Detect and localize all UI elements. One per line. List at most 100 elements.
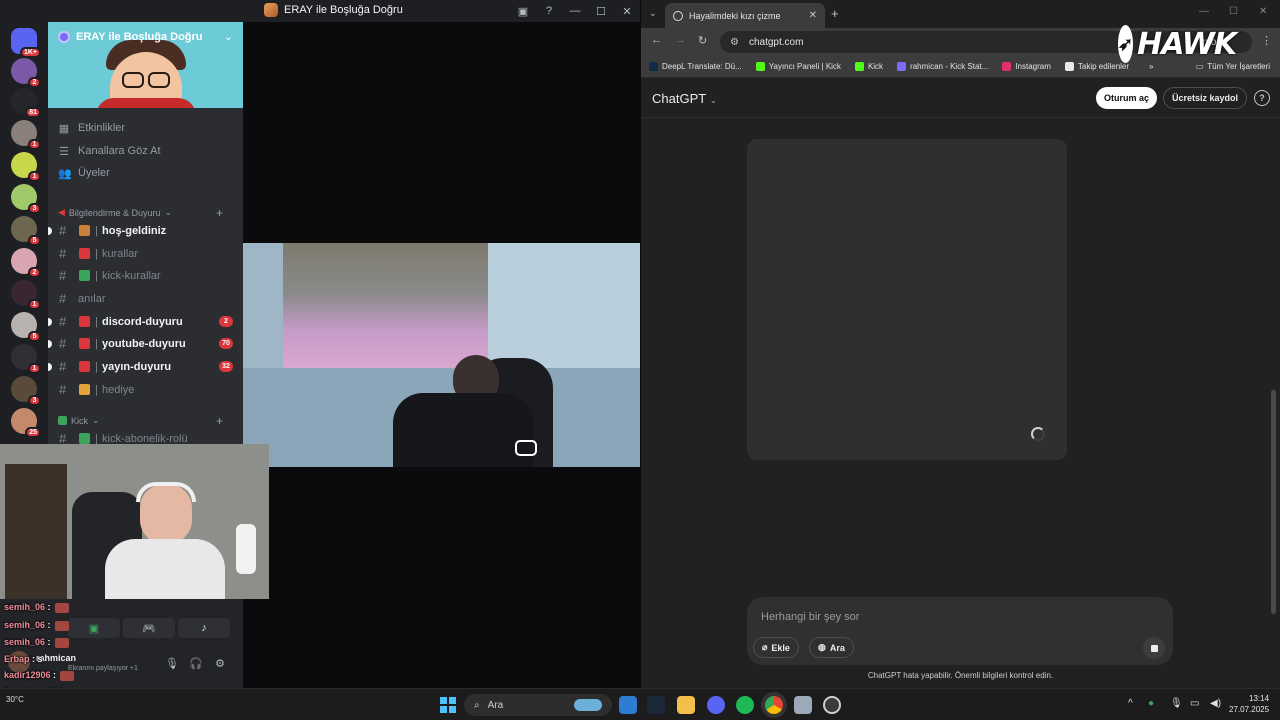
paperclip-icon: ⌀ (762, 642, 768, 652)
add-channel-icon[interactable]: + (216, 206, 223, 220)
hash-icon: # (59, 431, 67, 444)
mention-badge: 32 (219, 361, 233, 372)
add-channel-icon[interactable]: + (216, 414, 223, 428)
server-icon[interactable]: 3 (11, 376, 41, 406)
stop-button[interactable] (1143, 637, 1165, 659)
server-icon[interactable]: 2 (11, 248, 41, 278)
bookmark-item[interactable]: Yayıncı Paneli | Kick (755, 62, 841, 71)
bookmark-item[interactable]: DeepL Translate: Dü... (649, 62, 742, 71)
channel-emoji-icon (79, 361, 90, 372)
volume-icon[interactable]: ◀) (1210, 698, 1221, 709)
screen-share-stream[interactable] (243, 243, 640, 467)
search-icon: ⌕ (474, 699, 480, 711)
photos-app-icon[interactable] (619, 696, 637, 714)
obs-icon[interactable] (823, 696, 841, 714)
chat-emote-icon (54, 637, 69, 648)
login-button[interactable]: Oturum aç (1096, 87, 1157, 109)
discord-taskbar-icon[interactable] (707, 696, 725, 714)
tray-app-icon[interactable]: ● (1148, 698, 1154, 709)
back-icon[interactable]: ← (651, 34, 662, 46)
clock[interactable]: 13:14 27.07.2025 (1229, 693, 1269, 715)
close-tab-icon[interactable]: ✕ (809, 10, 817, 21)
server-icon[interactable]: 1 (11, 344, 41, 374)
server-banner[interactable]: ERAY ile Boşluğa Doğru ⌄ (48, 22, 243, 108)
channel-item[interactable]: # | hoş-geldiniz (48, 220, 243, 241)
close-button[interactable]: ✕ (1259, 6, 1267, 17)
microphone-icon[interactable]: 🎙 (1170, 698, 1183, 709)
server-name: ERAY ile Boşluğa Doğru (58, 31, 203, 43)
new-tab-button[interactable]: + (831, 6, 839, 21)
menu-icon[interactable]: ⋮ (1261, 34, 1272, 47)
hawk-logo-icon: ➶ (1118, 25, 1134, 63)
taskbar-search[interactable]: ⌕ Ara (464, 694, 612, 716)
channel-item[interactable]: # | yayın-duyuru 32 (48, 356, 243, 377)
server-icon[interactable]: 5 (11, 312, 41, 342)
maximize-button[interactable]: ☐ (588, 0, 614, 22)
channel-emoji-icon (79, 248, 90, 259)
channel-item[interactable]: # | discord-duyuru 2 (48, 311, 243, 332)
calendar-icon: ▦ (58, 122, 70, 135)
channel-name: hediye (102, 383, 135, 396)
server-icon[interactable]: 1 (11, 280, 41, 310)
server-icon[interactable]: 5 (11, 216, 41, 246)
windows-taskbar: 30°C ⌕ Ara ^ ● 🎙 ▭ ◀) 13:14 27.07.2025 (0, 688, 1280, 720)
tab-chatgpt[interactable]: Hayalimdeki kızı çizme ✕ (665, 3, 825, 28)
prompt-input[interactable] (761, 609, 1141, 625)
server-icon[interactable]: 2 (11, 58, 41, 88)
help-icon[interactable]: ? (536, 0, 562, 22)
search-highlight-icon (574, 699, 602, 711)
chevron-down-icon[interactable]: ⌄ (224, 30, 233, 43)
app-taskbar-icon[interactable] (794, 696, 812, 714)
server-icon[interactable]: 25 (11, 408, 41, 438)
scrollbar[interactable] (1271, 390, 1276, 614)
close-button[interactable]: ✕ (614, 0, 640, 22)
bookmark-item[interactable]: Instagram (1002, 62, 1051, 71)
hash-icon: # (59, 223, 67, 238)
channel-item[interactable]: # | hediye (48, 379, 243, 400)
help-button[interactable]: ? (1254, 90, 1270, 106)
spotify-icon[interactable] (736, 696, 754, 714)
channel-item[interactable]: # | kick-kurallar (48, 265, 243, 286)
server-icon[interactable]: 1 (11, 152, 41, 182)
channel-emoji-icon (79, 433, 90, 444)
minimize-button[interactable]: — (562, 0, 588, 22)
bookmark-favicon-icon (897, 62, 907, 71)
attach-button[interactable]: ⌀ Ekle (753, 637, 799, 658)
bookmark-favicon-icon (755, 62, 765, 71)
steam-icon[interactable] (647, 696, 665, 714)
nav-members[interactable]: 👥 Üyeler (58, 163, 110, 183)
shirt (105, 539, 225, 599)
category-kick[interactable]: Kick ⌄ + (58, 414, 233, 428)
tab-search-icon[interactable]: ⌄ (649, 8, 657, 19)
minimize-button[interactable]: — (1199, 6, 1209, 17)
maximize-button[interactable]: ☐ (1229, 6, 1238, 17)
category-announcements[interactable]: ◀ Bilgilendirme & Duyuru ⌄ + (58, 206, 233, 220)
model-selector[interactable]: ChatGPT ⌄ (652, 91, 717, 106)
reload-icon[interactable]: ↻ (698, 34, 707, 47)
channel-item[interactable]: # | youtube-duyuru 70 (48, 333, 243, 354)
server-icon[interactable]: 3 (11, 184, 41, 214)
direct-messages-button[interactable]: 1K+ (11, 28, 41, 58)
nav-browse-channels[interactable]: ☰ Kanallara Göz At (58, 141, 161, 161)
start-button[interactable] (440, 697, 456, 713)
search-button[interactable]: ◍ Ara (809, 637, 854, 658)
server-icon[interactable]: 1 (11, 120, 41, 150)
nav-events[interactable]: ▦ Etkinlikler (58, 118, 125, 138)
chatgpt-header: ChatGPT ⌄ Oturum aç Ücretsiz kaydol ? (641, 78, 1280, 118)
server-icon[interactable]: 81 (11, 88, 41, 118)
bookmark-item[interactable]: rahmican - Kick Stat... (897, 62, 988, 71)
network-icon[interactable]: ▭ (1190, 698, 1199, 709)
hawk-watermark: ➶ HAWK (1118, 25, 1237, 63)
signup-button[interactable]: Ücretsiz kaydol (1163, 87, 1247, 109)
file-explorer-icon[interactable] (677, 696, 695, 714)
channel-item[interactable]: # | kurallar (48, 243, 243, 264)
forward-icon[interactable]: → (675, 34, 686, 46)
inbox-icon[interactable]: ▣ (510, 0, 536, 22)
chrome-taskbar-icon[interactable] (765, 696, 783, 714)
chevron-up-icon[interactable]: ^ (1128, 698, 1133, 709)
channel-item[interactable]: # anılar (48, 288, 243, 309)
bookmark-item[interactable]: Kick (854, 62, 883, 71)
channel-item[interactable]: # | kick-abonelik-rolü (48, 428, 243, 444)
site-info-icon[interactable]: ⚙ (730, 37, 739, 48)
weather-widget[interactable]: 30°C (6, 695, 24, 704)
